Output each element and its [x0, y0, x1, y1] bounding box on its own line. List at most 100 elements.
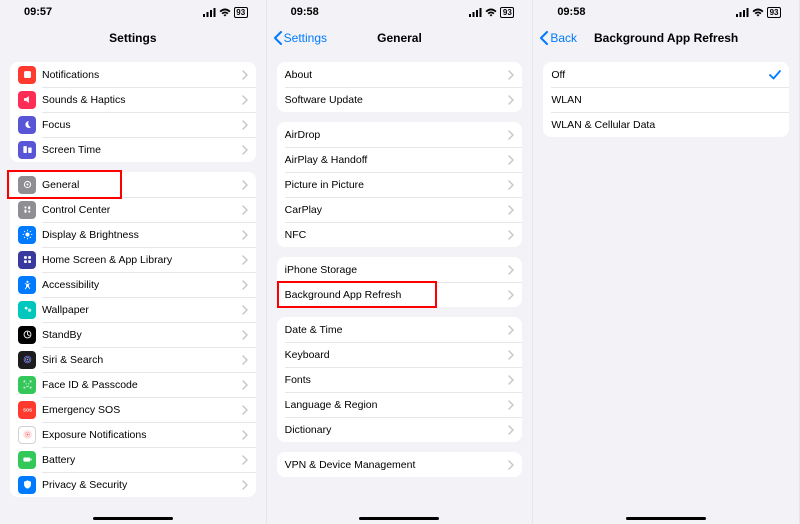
- status-indicators: 93: [203, 7, 248, 18]
- general-row-airplay-handoff[interactable]: AirPlay & Handoff: [277, 147, 523, 172]
- general-group: Date & Time Keyboard Fonts Language & Regio…: [277, 317, 523, 442]
- home-indicator[interactable]: [359, 517, 439, 520]
- checkmark-icon: [769, 70, 781, 80]
- battery-icon: [18, 451, 36, 469]
- general-row-vpn-device-management[interactable]: VPN & Device Management: [277, 452, 523, 477]
- refresh-options-list[interactable]: Off WLAN WLAN & Cellular Data: [533, 52, 799, 524]
- wallpaper-icon: [18, 301, 36, 319]
- settings-row-notifications[interactable]: Notifications: [10, 62, 256, 87]
- row-label: Date & Time: [285, 324, 509, 336]
- general-list[interactable]: About Software Update AirDropAirPlay & Han…: [267, 52, 533, 524]
- general-row-carplay[interactable]: CarPlay: [277, 197, 523, 222]
- status-bar: 09:57 93: [0, 0, 266, 24]
- row-label: Home Screen & App Library: [42, 254, 242, 266]
- general-row-about[interactable]: About: [277, 62, 523, 87]
- settings-group: General Control CenterDisplay & Brightnes…: [10, 172, 256, 497]
- row-label: Exposure Notifications: [42, 429, 242, 441]
- chevron-right-icon: [242, 355, 248, 365]
- chevron-left-icon: [539, 31, 549, 45]
- home-indicator[interactable]: [626, 517, 706, 520]
- row-label: Accessibility: [42, 279, 242, 291]
- general-screen: 09:58 93 Settings General AboutSoftware …: [267, 0, 534, 524]
- row-label: Fonts: [285, 374, 509, 386]
- chevron-right-icon: [242, 330, 248, 340]
- settings-row-display-brightness[interactable]: Display & Brightness: [10, 222, 256, 247]
- option-wlan-cellular-data[interactable]: WLAN & Cellular Data: [543, 112, 789, 137]
- back-button[interactable]: Back: [539, 31, 577, 45]
- settings-row-battery[interactable]: Battery: [10, 447, 256, 472]
- back-label: Back: [550, 31, 577, 45]
- settings-row-wallpaper[interactable]: Wallpaper: [10, 297, 256, 322]
- status-bar: 09:58 93: [533, 0, 799, 24]
- settings-group: Notifications Sounds & HapticsFocus Screen…: [10, 62, 256, 162]
- settings-list[interactable]: Notifications Sounds & HapticsFocus Screen…: [0, 52, 266, 524]
- chevron-right-icon: [242, 255, 248, 265]
- settings-row-privacy-security[interactable]: Privacy & Security: [10, 472, 256, 497]
- status-bar: 09:58 93: [267, 0, 533, 24]
- back-button[interactable]: Settings: [273, 31, 327, 45]
- exposure-icon: [18, 426, 36, 444]
- home-indicator[interactable]: [93, 517, 173, 520]
- row-label: CarPlay: [285, 204, 509, 216]
- signal-icon: [203, 8, 216, 17]
- general-row-nfc[interactable]: NFC: [277, 222, 523, 247]
- chevron-right-icon: [508, 425, 514, 435]
- general-row-software-update[interactable]: Software Update: [277, 87, 523, 112]
- settings-row-control-center[interactable]: Control Center: [10, 197, 256, 222]
- chevron-right-icon: [508, 155, 514, 165]
- option-label: WLAN: [551, 94, 781, 106]
- chevron-right-icon: [242, 230, 248, 240]
- general-row-background-app-refresh[interactable]: Background App Refresh: [277, 282, 523, 307]
- general-row-iphone-storage[interactable]: iPhone Storage: [277, 257, 523, 282]
- status-time: 09:57: [24, 6, 52, 18]
- row-label: NFC: [285, 229, 509, 241]
- general-row-date-time[interactable]: Date & Time: [277, 317, 523, 342]
- nav-bar: Back Background App Refresh: [533, 24, 799, 52]
- chevron-right-icon: [242, 455, 248, 465]
- chevron-right-icon: [242, 95, 248, 105]
- row-label: Notifications: [42, 69, 242, 81]
- page-title: Background App Refresh: [594, 31, 738, 45]
- general-row-language-region[interactable]: Language & Region: [277, 392, 523, 417]
- chevron-right-icon: [242, 280, 248, 290]
- settings-row-home-screen-app-library[interactable]: Home Screen & App Library: [10, 247, 256, 272]
- nav-bar: Settings: [0, 24, 266, 52]
- chevron-right-icon: [508, 230, 514, 240]
- chevron-right-icon: [508, 290, 514, 300]
- chevron-right-icon: [508, 325, 514, 335]
- background-app-refresh-screen: 09:58 93 Back Background App Refresh Off…: [533, 0, 800, 524]
- settings-row-screen-time[interactable]: Screen Time: [10, 137, 256, 162]
- chevron-right-icon: [508, 95, 514, 105]
- general-icon: [18, 176, 36, 194]
- settings-row-accessibility[interactable]: Accessibility: [10, 272, 256, 297]
- general-row-airdrop[interactable]: AirDrop: [277, 122, 523, 147]
- option-off[interactable]: Off: [543, 62, 789, 87]
- chevron-right-icon: [508, 460, 514, 470]
- settings-row-sounds-haptics[interactable]: Sounds & Haptics: [10, 87, 256, 112]
- general-group: AirDropAirPlay & HandoffPicture in Pictu…: [277, 122, 523, 247]
- settings-row-siri-search[interactable]: Siri & Search: [10, 347, 256, 372]
- chevron-right-icon: [508, 205, 514, 215]
- row-label: General: [42, 179, 242, 191]
- row-label: Language & Region: [285, 399, 509, 411]
- option-label: WLAN & Cellular Data: [551, 119, 781, 131]
- general-group: About Software Update: [277, 62, 523, 112]
- settings-row-emergency-sos[interactable]: SOSEmergency SOS: [10, 397, 256, 422]
- option-wlan[interactable]: WLAN: [543, 87, 789, 112]
- row-label: Screen Time: [42, 144, 242, 156]
- settings-row-focus[interactable]: Focus: [10, 112, 256, 137]
- settings-row-general[interactable]: General: [10, 172, 256, 197]
- row-label: About: [285, 69, 509, 81]
- wifi-icon: [219, 8, 231, 17]
- status-time: 09:58: [557, 6, 585, 18]
- general-row-fonts[interactable]: Fonts: [277, 367, 523, 392]
- chevron-right-icon: [508, 350, 514, 360]
- settings-row-standby[interactable]: StandBy: [10, 322, 256, 347]
- general-row-keyboard[interactable]: Keyboard: [277, 342, 523, 367]
- settings-row-face-id-passcode[interactable]: Face ID & Passcode: [10, 372, 256, 397]
- page-title: Settings: [109, 31, 156, 45]
- row-label: Battery: [42, 454, 242, 466]
- general-row-dictionary[interactable]: Dictionary: [277, 417, 523, 442]
- general-row-picture-in-picture[interactable]: Picture in Picture: [277, 172, 523, 197]
- settings-row-exposure-notifications[interactable]: Exposure Notifications: [10, 422, 256, 447]
